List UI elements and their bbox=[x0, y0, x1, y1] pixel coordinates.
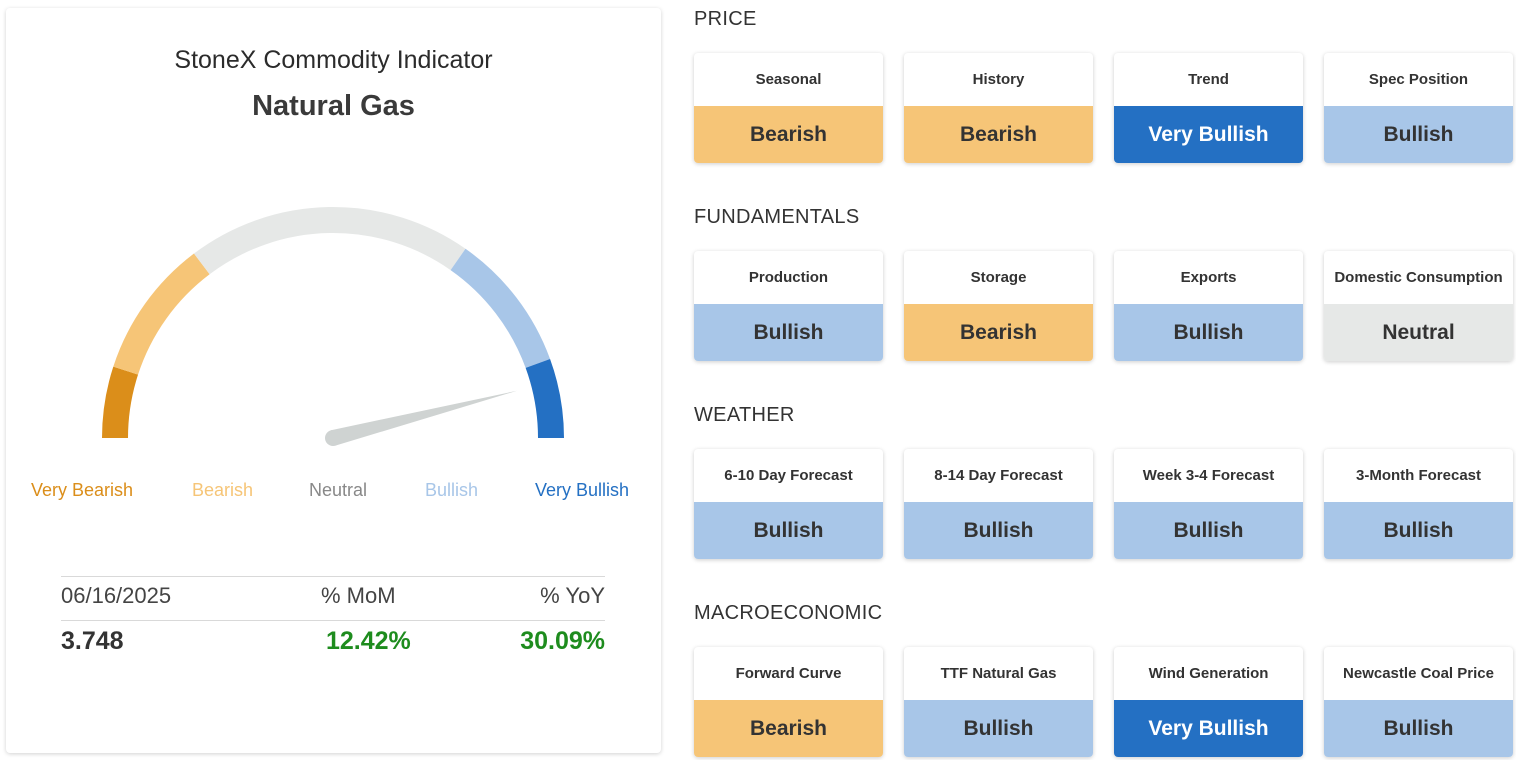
card-rating: Bullish bbox=[694, 502, 883, 559]
scale-label-bearish: Bearish bbox=[192, 480, 254, 500]
card-rating: Neutral bbox=[1324, 304, 1513, 361]
card-label: Exports bbox=[1180, 269, 1237, 286]
card-label: Forward Curve bbox=[735, 665, 842, 682]
gauge-segment-bearish bbox=[113, 253, 210, 375]
card-label: Production bbox=[748, 269, 829, 286]
card-rating: Bullish bbox=[1324, 106, 1513, 163]
stats-yoy-header: % YoY bbox=[540, 583, 605, 608]
stats-date: 06/16/2025 bbox=[61, 583, 172, 608]
card-label: TTF Natural Gas bbox=[940, 665, 1057, 682]
indicator-card-exports[interactable]: Exports Bullish bbox=[1114, 251, 1303, 361]
sentiment-gauge bbox=[102, 207, 564, 446]
card-label: 3-Month Forecast bbox=[1355, 467, 1481, 484]
stats-divider-top bbox=[61, 576, 605, 577]
section-title-weather: WEATHER bbox=[694, 404, 795, 426]
card-label: Storage bbox=[970, 269, 1027, 286]
scale-label-neutral: Neutral bbox=[309, 480, 368, 500]
card-label: Newcastle Coal Price bbox=[1343, 665, 1494, 682]
card-rating: Bearish bbox=[694, 106, 883, 163]
card-rating: Bearish bbox=[694, 700, 883, 757]
card-label: Spec Position bbox=[1368, 71, 1469, 88]
indicator-card-production[interactable]: Production Bullish bbox=[694, 251, 883, 361]
stats-mom-header: % MoM bbox=[321, 583, 396, 608]
scale-label-very-bullish: Very Bullish bbox=[535, 480, 630, 500]
card-label: 6-10 Day Forecast bbox=[724, 467, 853, 484]
card-label: 8-14 Day Forecast bbox=[934, 467, 1063, 484]
card-label: History bbox=[972, 71, 1025, 88]
card-rating: Bullish bbox=[1324, 502, 1513, 559]
indicator-card-forward-curve[interactable]: Forward Curve Bearish bbox=[694, 647, 883, 757]
gauge-needle-hub bbox=[325, 430, 341, 446]
scale-label-very-bearish: Very Bearish bbox=[31, 480, 134, 500]
card-rating: Bullish bbox=[904, 700, 1093, 757]
gauge-segment-bullish bbox=[450, 248, 551, 369]
indicator-card-6-10-day-forecast[interactable]: 6-10 Day Forecast Bullish bbox=[694, 449, 883, 559]
card-rating: Very Bullish bbox=[1114, 106, 1303, 163]
indicator-card-domestic-consumption[interactable]: Domestic Consumption Neutral bbox=[1324, 251, 1513, 361]
indicator-panel: StoneX Commodity Indicator Natural Gas V… bbox=[6, 8, 661, 753]
section-title-macroeconomic: MACROECONOMIC bbox=[694, 602, 883, 624]
card-label: Domestic Consumption bbox=[1334, 269, 1503, 286]
stats-mom-value: 12.42% bbox=[326, 627, 411, 655]
card-rating: Very Bullish bbox=[1114, 700, 1303, 757]
card-label: Wind Generation bbox=[1148, 665, 1269, 682]
indicator-card-ttf-natural-gas[interactable]: TTF Natural Gas Bullish bbox=[904, 647, 1093, 757]
indicator-card-storage[interactable]: Storage Bearish bbox=[904, 251, 1093, 361]
card-rating: Bullish bbox=[904, 502, 1093, 559]
indicator-card-8-14-day-forecast[interactable]: 8-14 Day Forecast Bullish bbox=[904, 449, 1093, 559]
indicator-card-seasonal[interactable]: Seasonal Bearish bbox=[694, 53, 883, 163]
gauge-needle bbox=[331, 390, 518, 446]
indicator-card-week-3-4-forecast[interactable]: Week 3-4 Forecast Bullish bbox=[1114, 449, 1303, 559]
gauge-segment-very-bullish bbox=[525, 358, 564, 439]
stats-yoy-value: 30.09% bbox=[520, 627, 605, 655]
card-label: Trend bbox=[1188, 71, 1229, 88]
indicator-card-trend[interactable]: Trend Very Bullish bbox=[1114, 53, 1303, 163]
section-title-fundamentals: FUNDAMENTALS bbox=[694, 206, 860, 228]
card-rating: Bullish bbox=[694, 304, 883, 361]
card-rating: Bullish bbox=[1114, 502, 1303, 559]
card-label: Seasonal bbox=[755, 71, 822, 88]
stats-price: 3.748 bbox=[61, 627, 124, 655]
section-title-price: PRICE bbox=[694, 8, 757, 30]
scale-label-bullish: Bullish bbox=[425, 480, 479, 500]
indicator-card-newcastle-coal-price[interactable]: Newcastle Coal Price Bullish bbox=[1324, 647, 1513, 757]
card-rating: Bullish bbox=[1324, 700, 1513, 757]
card-rating: Bullish bbox=[1114, 304, 1303, 361]
card-rating: Bearish bbox=[904, 106, 1093, 163]
indicator-card-spec-position[interactable]: Spec Position Bullish bbox=[1324, 53, 1513, 163]
stats-divider-mid bbox=[61, 620, 605, 621]
card-label: Week 3-4 Forecast bbox=[1142, 467, 1275, 484]
gauge-segment-very-bearish bbox=[102, 366, 139, 439]
indicator-card-3-month-forecast[interactable]: 3-Month Forecast Bullish bbox=[1324, 449, 1513, 559]
indicator-card-history[interactable]: History Bearish bbox=[904, 53, 1093, 163]
card-rating: Bearish bbox=[904, 304, 1093, 361]
gauge-segment-neutral bbox=[193, 207, 466, 275]
indicator-card-wind-generation[interactable]: Wind Generation Very Bullish bbox=[1114, 647, 1303, 757]
